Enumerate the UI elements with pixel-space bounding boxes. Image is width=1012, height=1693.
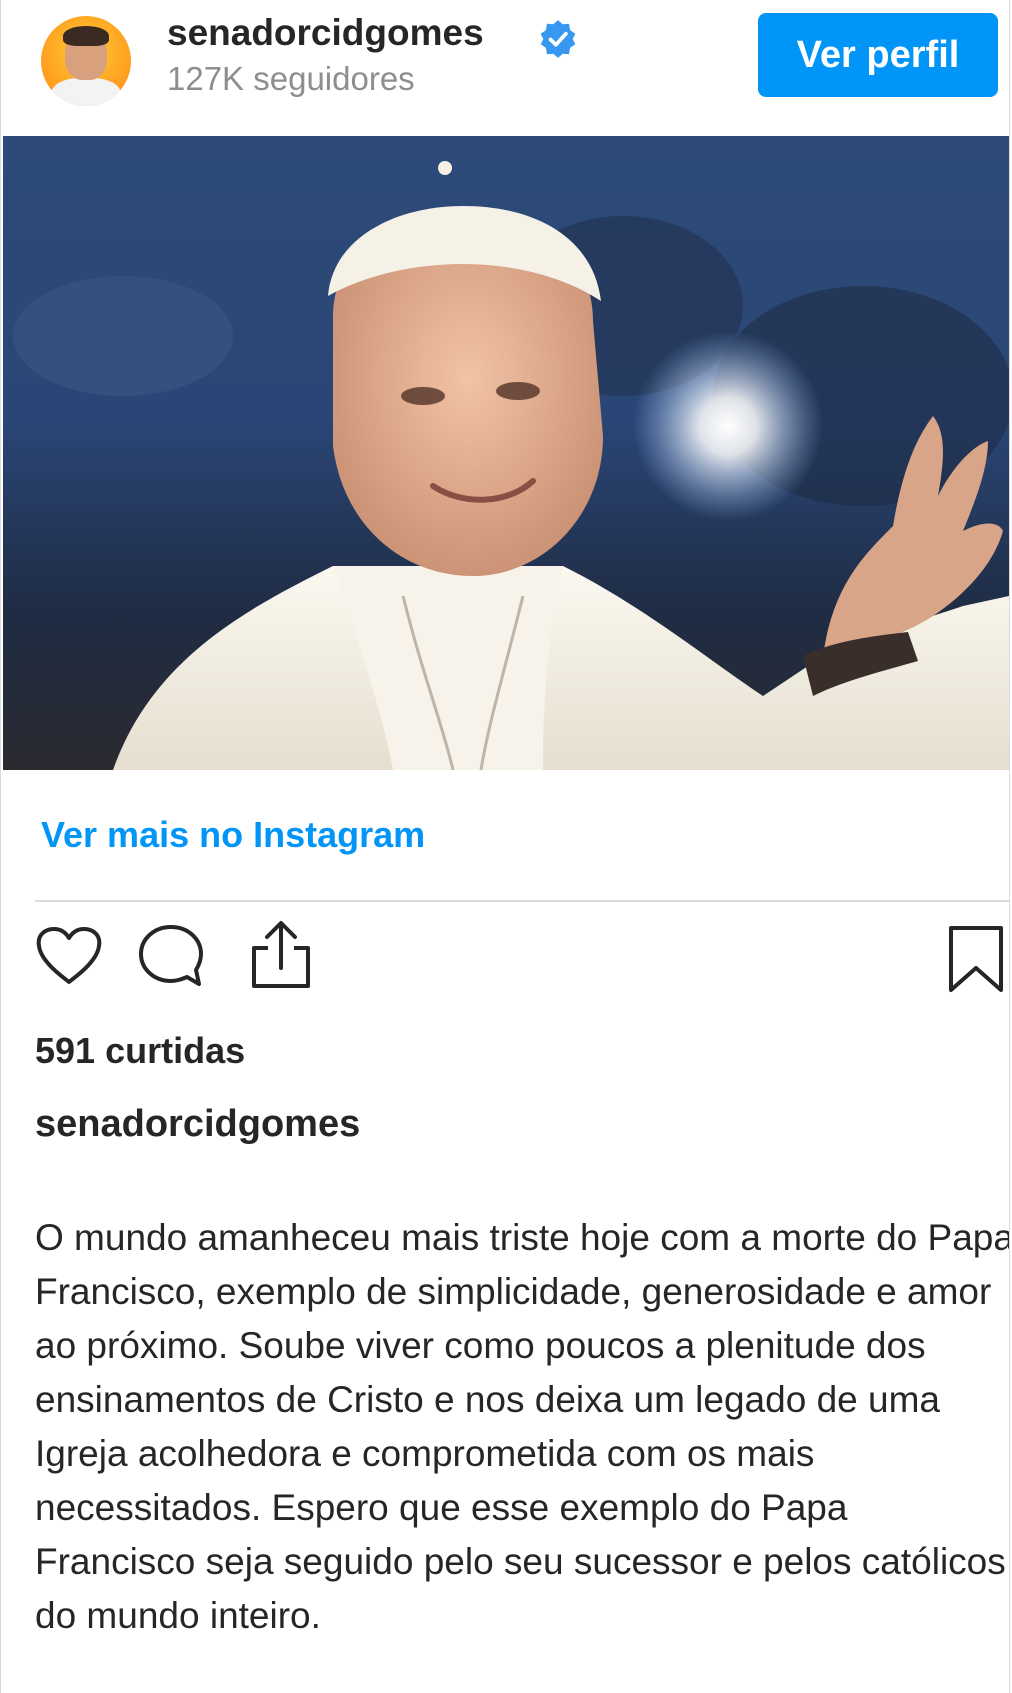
- post-photo-illustration: [13, 161, 1009, 770]
- view-profile-button[interactable]: Ver perfil: [758, 13, 998, 97]
- post-caption: O mundo amanheceu mais triste hoje com a…: [35, 1217, 1010, 1636]
- avatar-shirt: [51, 78, 121, 106]
- like-count[interactable]: 591 curtidas: [35, 1030, 245, 1072]
- caption-username[interactable]: senadorcidgomes: [35, 1103, 360, 1146]
- follower-count: 127K seguidores: [167, 60, 415, 97]
- verified-badge-icon: [540, 20, 576, 58]
- divider: [35, 900, 1009, 902]
- avatar-hair: [63, 26, 109, 46]
- bookmark-icon[interactable]: [947, 924, 1005, 996]
- heart-icon[interactable]: [35, 926, 103, 986]
- instagram-embed-card: senadorcidgomes 127K seguidores Ver perf…: [0, 0, 1010, 1693]
- comment-icon[interactable]: [139, 924, 203, 988]
- avatar[interactable]: [41, 16, 131, 106]
- share-icon[interactable]: [246, 918, 316, 990]
- view-more-on-instagram-link[interactable]: Ver mais no Instagram: [41, 814, 425, 856]
- post-header: senadorcidgomes 127K seguidores Ver perf…: [1, 0, 1009, 136]
- post-photo[interactable]: [3, 136, 1009, 770]
- profile-username[interactable]: senadorcidgomes: [167, 12, 484, 54]
